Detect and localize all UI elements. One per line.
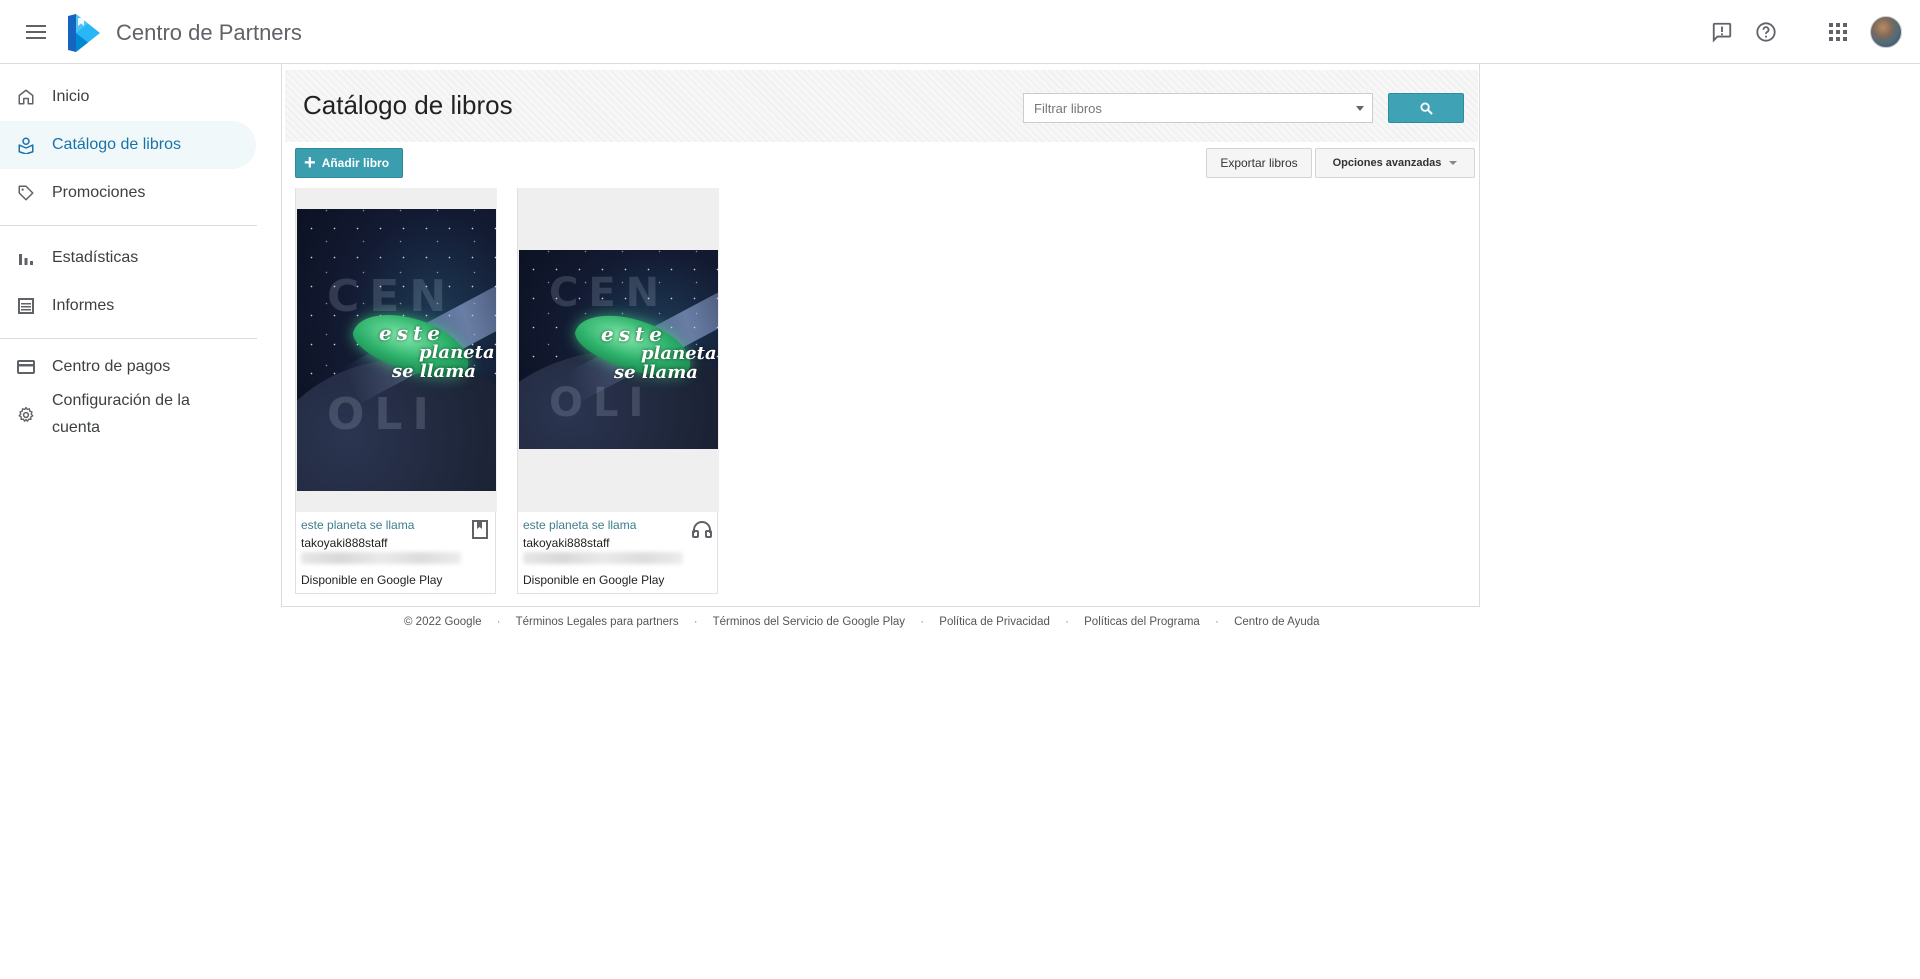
account-avatar[interactable] xyxy=(1870,16,1902,48)
footer-separator: · xyxy=(1065,616,1069,628)
gear-icon xyxy=(16,405,36,425)
list-report-icon xyxy=(16,296,36,316)
filter-books-field[interactable] xyxy=(1023,93,1373,123)
book-cover-image: CEN OLI este planeta se llama xyxy=(519,250,718,449)
sidebar-item-centro-pagos[interactable]: Centro de pagos xyxy=(0,347,257,387)
bar-chart-icon xyxy=(16,248,36,268)
book-cover-image: CEN OLI este planeta se llama xyxy=(297,209,496,491)
search-button[interactable] xyxy=(1388,93,1464,123)
sidebar-item-label: Promociones xyxy=(52,184,146,201)
footer-separator: · xyxy=(920,616,925,628)
footer-separator: · xyxy=(1215,616,1219,628)
book-status: Disponible en Google Play xyxy=(301,573,443,587)
book-card[interactable]: CEN OLI este planeta se llama este plane… xyxy=(295,188,497,594)
footer-separator: · xyxy=(496,616,501,628)
tag-icon xyxy=(16,183,36,203)
cover-ghost-text: CEN xyxy=(549,270,670,316)
cover-title-text: se llama xyxy=(392,361,476,382)
plus-icon: + xyxy=(304,152,316,174)
sidebar-item-label: Configuración de la cuenta xyxy=(52,392,190,436)
catalog-panel: Catálogo de libros + Añadir libro Export… xyxy=(281,64,1480,607)
advanced-options-label: Opciones avanzadas xyxy=(1332,157,1442,169)
footer-link-privacy[interactable]: Política de Privacidad xyxy=(939,616,1050,628)
export-books-button[interactable]: Exportar libros xyxy=(1206,148,1312,178)
advanced-options-button[interactable]: Opciones avanzadas xyxy=(1315,148,1475,178)
top-app-bar: Centro de Partners xyxy=(0,0,1920,64)
apps-grid-icon[interactable] xyxy=(1823,17,1853,47)
nav-divider xyxy=(0,225,257,226)
footer-link-help-center[interactable]: Centro de Ayuda xyxy=(1234,616,1319,628)
book-card[interactable]: CEN OLI este planeta se llama este plane… xyxy=(517,188,719,594)
home-icon xyxy=(16,87,36,107)
sidebar-item-estadisticas[interactable]: Estadísticas xyxy=(0,234,257,282)
footer-separator: · xyxy=(693,616,698,628)
sidebar-item-catalogo[interactable]: Catálogo de libros xyxy=(0,121,256,169)
sidebar-item-label: Informes xyxy=(52,297,115,314)
catalog-header: Catálogo de libros xyxy=(285,70,1478,142)
book-catalog-icon xyxy=(16,135,36,155)
chevron-down-icon xyxy=(1449,161,1458,165)
menu-icon[interactable] xyxy=(20,16,52,48)
sidebar-item-promociones[interactable]: Promociones xyxy=(0,169,257,217)
footer-link-play-terms[interactable]: Términos del Servicio de Google Play xyxy=(713,616,905,628)
filter-books-input[interactable] xyxy=(1024,94,1344,122)
nav-divider xyxy=(0,338,257,339)
cover-title-text: se llama xyxy=(614,362,698,383)
app-title: Centro de Partners xyxy=(116,20,302,45)
footer: © 2022 Google · Términos Legales para pa… xyxy=(404,616,1320,628)
search-icon xyxy=(1419,101,1433,115)
sidebar-item-inicio[interactable]: Inicio xyxy=(0,73,257,121)
book-author: takoyaki888staff xyxy=(523,536,610,550)
book-cover-area: CEN OLI este planeta se llama xyxy=(518,188,719,512)
sidebar-nav: Inicio Catálogo de libros Promociones Es… xyxy=(0,65,257,443)
add-book-label: Añadir libro xyxy=(321,156,390,170)
footer-copyright: © 2022 Google xyxy=(404,616,482,628)
cover-ghost-text: OLI xyxy=(327,389,439,440)
redacted-text xyxy=(523,552,683,564)
book-title[interactable]: este planeta se llama xyxy=(523,518,636,532)
filter-dropdown-arrow-icon[interactable] xyxy=(1356,106,1364,111)
audiobook-headphones-icon xyxy=(692,518,712,540)
sidebar-item-label: Inicio xyxy=(52,88,90,105)
footer-link-legal-terms[interactable]: Términos Legales para partners xyxy=(516,616,679,628)
cover-ghost-text: OLI xyxy=(549,380,654,426)
redacted-text xyxy=(301,552,461,564)
book-status: Disponible en Google Play xyxy=(523,573,665,587)
credit-card-icon xyxy=(16,357,36,377)
book-cover-area: CEN OLI este planeta se llama xyxy=(296,188,497,512)
sidebar-item-label: Centro de pagos xyxy=(52,358,171,375)
cover-title-text: planeta xyxy=(641,343,717,364)
add-book-button[interactable]: + Añadir libro xyxy=(295,148,403,178)
sidebar-item-informes[interactable]: Informes xyxy=(0,282,257,330)
book-title[interactable]: este planeta se llama xyxy=(301,518,414,532)
cover-title-text: planeta xyxy=(419,342,495,363)
sidebar-item-label: Estadísticas xyxy=(52,249,139,266)
feedback-icon[interactable] xyxy=(1707,17,1737,47)
sidebar-item-label: Catálogo de libros xyxy=(52,136,181,153)
page-title: Catálogo de libros xyxy=(303,90,513,120)
book-author: takoyaki888staff xyxy=(301,536,388,550)
sidebar-item-configuracion[interactable]: Configuración de la cuenta xyxy=(0,387,257,443)
help-icon[interactable] xyxy=(1751,17,1781,47)
ebook-bookmark-icon xyxy=(470,518,490,540)
google-play-books-logo[interactable] xyxy=(66,14,102,52)
footer-link-program-policies[interactable]: Políticas del Programa xyxy=(1084,616,1200,628)
